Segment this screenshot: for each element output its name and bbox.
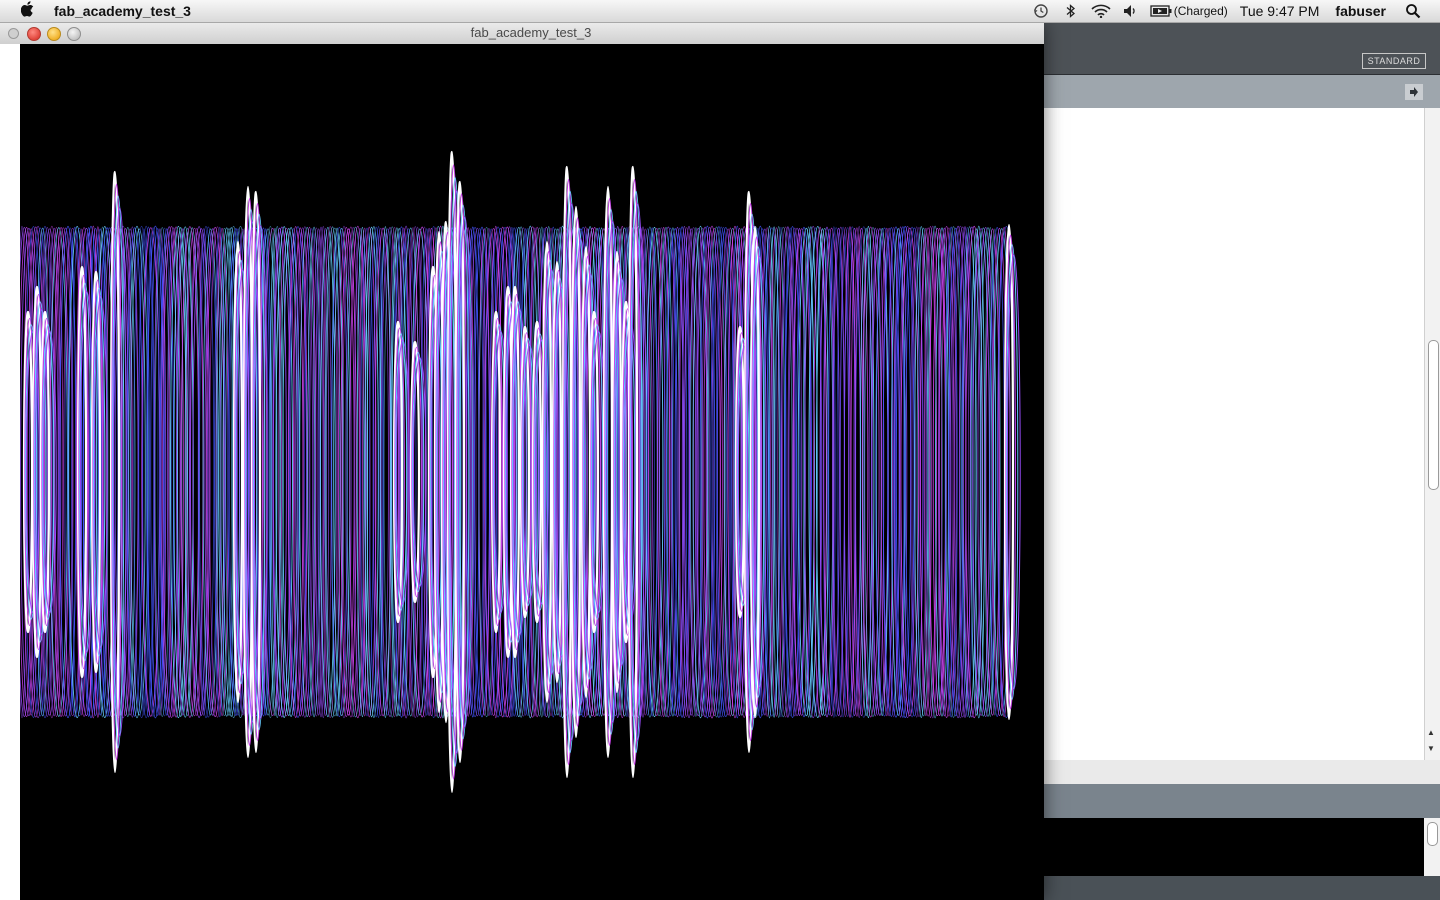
apple-icon[interactable] (18, 1, 38, 21)
clock[interactable]: Tue 9:47 PM (1240, 3, 1320, 19)
arrow-right-icon (1410, 87, 1418, 97)
sketch-window: fab_academy_test_3 (0, 22, 1044, 900)
time-machine-icon[interactable] (1030, 0, 1052, 22)
bluetooth-icon[interactable] (1060, 0, 1082, 22)
tab-menu-button[interactable] (1405, 84, 1423, 100)
menubar-status-area: (Charged) Tue 9:47 PM fabuser (1030, 0, 1440, 22)
battery-icon[interactable] (1150, 0, 1172, 22)
sketch-titlebar[interactable]: fab_academy_test_3 (0, 22, 1044, 45)
spotlight-icon[interactable] (1402, 0, 1424, 22)
volume-icon[interactable] (1120, 0, 1142, 22)
menubar: fab_academy_test_3 (Charged) Tue 9:47 PM… (0, 0, 1440, 23)
console-scrollbar[interactable] (1424, 818, 1440, 876)
wifi-icon[interactable] (1090, 0, 1112, 22)
sketch-canvas[interactable] (20, 44, 1044, 900)
app-menu-title[interactable]: fab_academy_test_3 (54, 3, 191, 19)
user-menu[interactable]: fabuser (1335, 3, 1386, 19)
window-title: fab_academy_test_3 (470, 25, 592, 40)
waveform-visualization (20, 150, 1021, 794)
scroll-up-icon[interactable]: ▲ (1427, 728, 1435, 737)
editor-scroll-thumb[interactable] (1428, 340, 1439, 490)
console-scroll-thumb[interactable] (1427, 822, 1438, 846)
scroll-down-icon[interactable]: ▼ (1427, 744, 1435, 753)
canvas-gutter (0, 44, 20, 900)
mode-button[interactable]: STANDARD (1362, 53, 1426, 69)
editor-scrollbar[interactable]: ▲ ▼ (1424, 108, 1440, 760)
battery-status: (Charged) (1173, 4, 1228, 18)
